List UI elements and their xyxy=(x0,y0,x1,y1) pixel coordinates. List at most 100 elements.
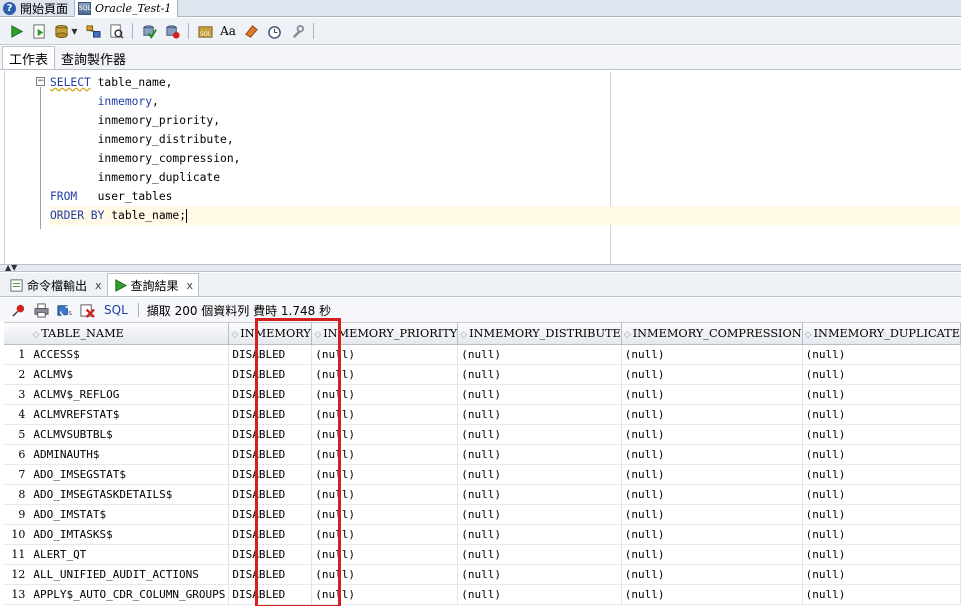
close-icon[interactable]: x xyxy=(95,279,102,292)
table-cell[interactable]: ACLMVSUBTBL$ xyxy=(30,424,230,445)
autotrace-button[interactable]: ▼ xyxy=(52,21,80,41)
table-cell[interactable]: (null) xyxy=(457,524,622,545)
table-cell[interactable]: (null) xyxy=(621,524,803,545)
table-cell[interactable]: (null) xyxy=(802,484,961,505)
tab-worksheet[interactable]: 工作表 xyxy=(2,46,56,69)
table-cell[interactable]: (null) xyxy=(802,584,961,605)
tab-script-output[interactable]: 命令檔輸出 x xyxy=(4,274,107,296)
table-cell[interactable]: ADMINAUTH$ xyxy=(30,444,230,465)
table-cell[interactable]: (null) xyxy=(621,364,803,385)
table-row[interactable]: 4 ACLMVREFSTAT$ DISABLED (null) (null) (null)… xyxy=(4,404,961,425)
table-cell[interactable]: (null) xyxy=(802,424,961,445)
commit-button[interactable] xyxy=(139,21,159,41)
table-cell[interactable]: (null) xyxy=(621,444,803,465)
table-cell[interactable]: (null) xyxy=(621,464,803,485)
table-row[interactable]: 2 ACLMV$ DISABLED (null) (null) (null) (null) xyxy=(4,364,961,385)
table-cell[interactable]: DISABLED xyxy=(228,364,313,385)
table-cell[interactable]: DISABLED xyxy=(228,404,313,425)
run-statement-button[interactable] xyxy=(6,21,26,41)
sql-editor[interactable]: − SELECT table_name, inmemory, inmemory_… xyxy=(4,71,961,264)
code-area[interactable]: SELECT table_name, inmemory, inmemory_pr… xyxy=(50,73,960,225)
table-cell[interactable]: (null) xyxy=(311,464,459,485)
table-cell[interactable]: (null) xyxy=(457,404,622,425)
tools-button[interactable] xyxy=(287,21,307,41)
table-cell[interactable]: (null) xyxy=(802,364,961,385)
table-cell[interactable]: ACLMV$ xyxy=(30,364,230,385)
table-cell[interactable]: DISABLED xyxy=(228,444,313,465)
table-cell[interactable]: (null) xyxy=(457,424,622,445)
table-cell[interactable]: (null) xyxy=(457,344,622,365)
table-cell[interactable]: (null) xyxy=(457,364,622,385)
table-cell[interactable]: (null) xyxy=(621,384,803,405)
table-row[interactable]: 10 ADO_IMTASKS$ DISABLED (null) (null) (null)… xyxy=(4,524,961,545)
panel-splitter[interactable]: ▲▼ xyxy=(0,264,961,272)
table-cell[interactable]: (null) xyxy=(621,344,803,365)
unshared-sql-button[interactable]: SQL xyxy=(195,21,215,41)
table-cell[interactable]: (null) xyxy=(802,464,961,485)
pin-button[interactable] xyxy=(8,300,28,320)
sql-tuning-button[interactable] xyxy=(106,21,126,41)
table-cell[interactable]: (null) xyxy=(457,484,622,505)
table-row[interactable]: 5 ACLMVSUBTBL$ DISABLED (null) (null) (null)(… xyxy=(4,424,961,445)
refresh-button[interactable]: SQL xyxy=(54,300,74,320)
table-cell[interactable]: (null) xyxy=(311,584,459,605)
table-cell[interactable]: (null) xyxy=(311,384,459,405)
table-cell[interactable]: (null) xyxy=(311,564,459,585)
split-arrows-icon[interactable]: ▲▼ xyxy=(5,264,17,272)
table-cell[interactable]: (null) xyxy=(802,384,961,405)
table-cell[interactable]: ACLMVREFSTAT$ xyxy=(30,404,230,425)
table-cell[interactable]: ADO_IMSTAT$ xyxy=(30,504,230,525)
column-header-inmemory-compression[interactable]: ◇ INMEMORY_COMPRESSION xyxy=(621,323,803,345)
table-cell[interactable]: (null) xyxy=(621,544,803,565)
tab-query-result[interactable]: 查詢結果 x xyxy=(106,273,200,296)
column-header-inmemory-duplicate[interactable]: ◇ INMEMORY_DUPLICATE xyxy=(802,323,961,345)
table-cell[interactable]: DISABLED xyxy=(228,544,313,565)
column-header-table-name[interactable]: ◇ TABLE_NAME xyxy=(30,323,230,345)
tab-start-page[interactable]: ? 開始頁面 xyxy=(0,0,76,17)
table-cell[interactable]: (null) xyxy=(621,564,803,585)
table-cell[interactable]: (null) xyxy=(311,524,459,545)
table-cell[interactable]: (null) xyxy=(457,584,622,605)
table-row[interactable]: 7 ADO_IMSEGSTAT$ DISABLED (null) (null) (null… xyxy=(4,464,961,485)
sql-link[interactable]: SQL xyxy=(104,303,128,317)
rollback-button[interactable] xyxy=(162,21,182,41)
clear-button[interactable] xyxy=(241,21,261,41)
table-cell[interactable]: DISABLED xyxy=(228,424,313,445)
table-cell[interactable]: DISABLED xyxy=(228,504,313,525)
column-header-inmemory-priority[interactable]: ◇ INMEMORY_PRIORITY xyxy=(311,323,459,345)
table-cell[interactable]: (null) xyxy=(311,484,459,505)
table-cell[interactable]: (null) xyxy=(802,524,961,545)
tab-oracle-test-1[interactable]: SQL Oracle_Test-1 xyxy=(75,0,179,17)
table-row[interactable]: 11 ALERT_QT DISABLED (null) (null) (null) (nul… xyxy=(4,544,961,565)
table-cell[interactable]: (null) xyxy=(621,424,803,445)
fold-toggle-icon[interactable]: − xyxy=(36,77,45,86)
table-cell[interactable]: (null) xyxy=(621,404,803,425)
tab-query-builder[interactable]: 查詢製作器 xyxy=(55,47,132,69)
table-cell[interactable]: (null) xyxy=(311,424,459,445)
table-cell[interactable]: DISABLED xyxy=(228,564,313,585)
table-cell[interactable]: (null) xyxy=(457,384,622,405)
table-cell[interactable]: (null) xyxy=(621,504,803,525)
table-cell[interactable]: ALERT_QT xyxy=(30,544,230,565)
table-cell[interactable]: DISABLED xyxy=(228,584,313,605)
table-cell[interactable]: (null) xyxy=(802,564,961,585)
table-cell[interactable]: DISABLED xyxy=(228,384,313,405)
table-row[interactable]: 12 ALL_UNIFIED_AUDIT_ACTIONS DISABLED (null… xyxy=(4,564,961,585)
column-header-inmemory-distribute[interactable]: ◇ INMEMORY_DISTRIBUTE xyxy=(457,323,622,345)
table-cell[interactable]: DISABLED xyxy=(228,464,313,485)
cancel-fetch-button[interactable] xyxy=(77,300,97,320)
print-button[interactable] xyxy=(31,300,51,320)
result-grid[interactable]: ◇ TABLE_NAME ◇ INMEMORY ◇ INMEMORY_PRIORITY… xyxy=(4,322,961,606)
table-cell[interactable]: (null) xyxy=(802,504,961,525)
table-cell[interactable]: (null) xyxy=(457,544,622,565)
table-cell[interactable]: (null) xyxy=(457,444,622,465)
table-cell[interactable]: ADO_IMTASKS$ xyxy=(30,524,230,545)
table-cell[interactable]: (null) xyxy=(802,404,961,425)
sql-history-button[interactable] xyxy=(264,21,284,41)
table-row[interactable]: 6 ADMINAUTH$ DISABLED (null) (null) (null) (nu… xyxy=(4,444,961,465)
run-script-button[interactable] xyxy=(29,21,49,41)
table-cell[interactable]: (null) xyxy=(802,344,961,365)
table-cell[interactable]: (null) xyxy=(621,584,803,605)
table-cell[interactable]: (null) xyxy=(802,544,961,565)
table-cell[interactable]: ACLMV$_REFLOG xyxy=(30,384,230,405)
